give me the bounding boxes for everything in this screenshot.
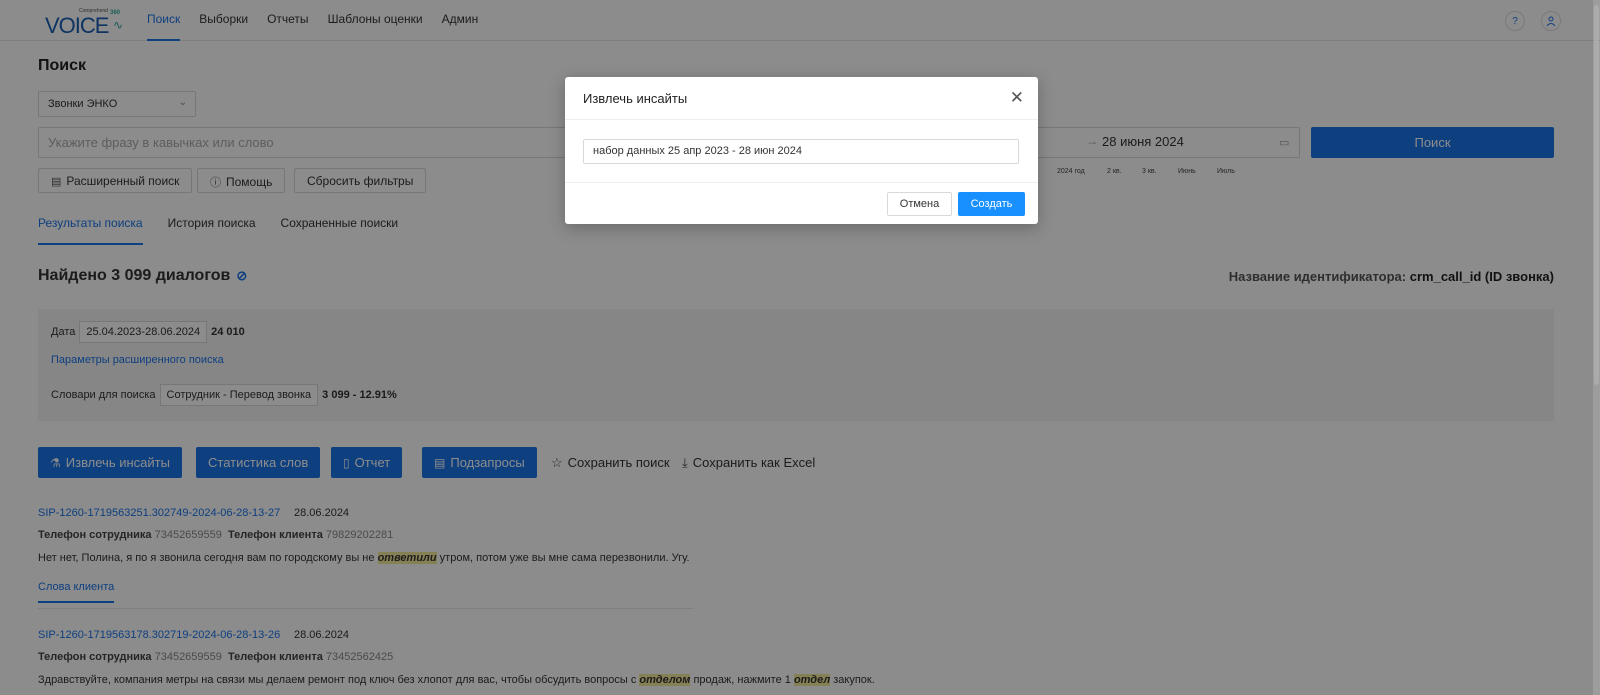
scrollbar-thumb[interactable] [1594,5,1599,385]
dialog-header: Извлечь инсайты ✕ [565,77,1038,120]
cancel-button[interactable]: Отмена [887,192,952,216]
dataset-name-value: набор данных 25 апр 2023 - 28 июн 2024 [593,145,803,157]
scrollbar[interactable] [1593,0,1600,695]
dialog-title: Извлечь инсайты [583,91,688,106]
extract-insights-dialog: Извлечь инсайты ✕ набор данных 25 апр 20… [565,77,1038,224]
dataset-name-input[interactable]: набор данных 25 апр 2023 - 28 июн 2024 [583,139,1019,164]
dialog-footer: Отмена Создать [565,182,1038,224]
create-button[interactable]: Создать [958,192,1025,216]
close-icon[interactable]: ✕ [1010,88,1024,108]
